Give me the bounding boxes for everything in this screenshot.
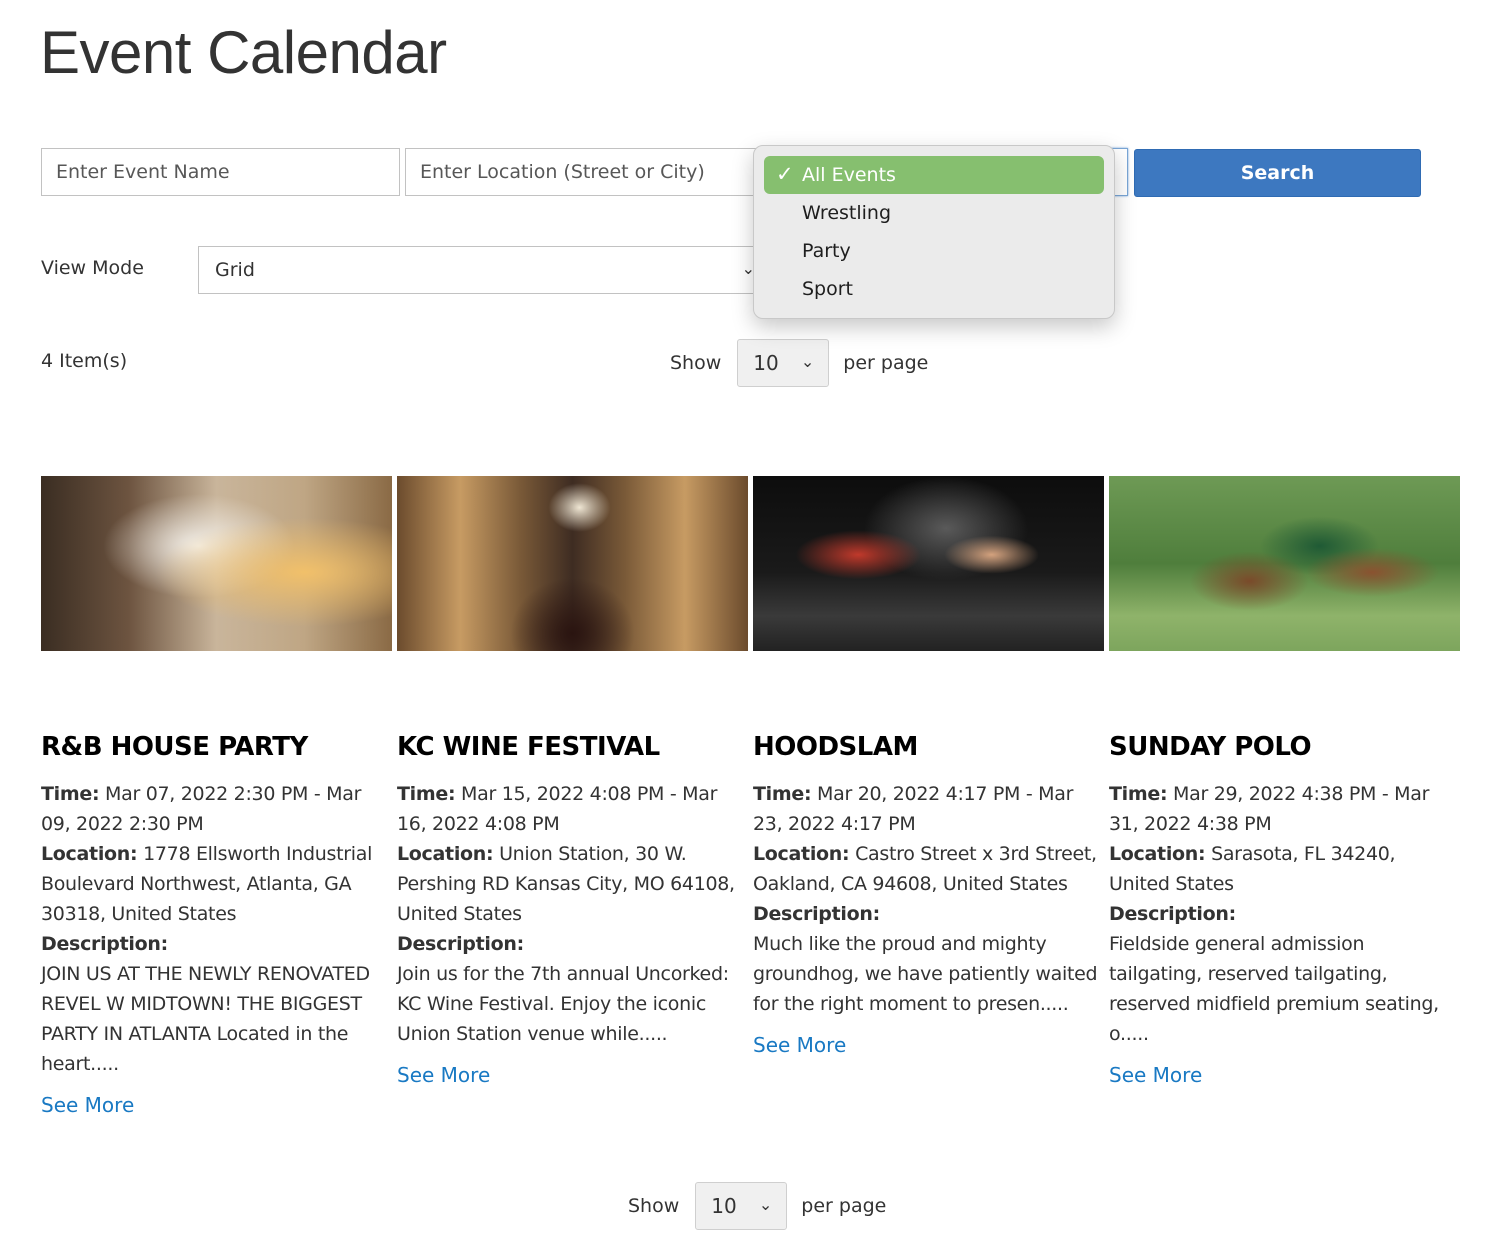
see-more-link[interactable]: See More — [753, 1033, 846, 1057]
event-description: Much like the proud and mighty groundhog… — [753, 933, 1098, 1015]
category-dropdown-menu: ✓ All Events Wrestling Party Sport — [753, 145, 1115, 319]
event-details: Time: Mar 29, 2022 4:38 PM - Mar 31, 202… — [1109, 779, 1460, 1049]
event-card: R&B HOUSE PARTY Time: Mar 07, 2022 2:30 … — [41, 476, 392, 1117]
event-description: Fieldside general admission tailgating, … — [1109, 933, 1439, 1045]
description-label: Description: — [753, 903, 880, 925]
event-image[interactable] — [753, 476, 1104, 651]
chevron-down-icon: ⌄ — [758, 1195, 773, 1214]
items-count: 4 Item(s) — [41, 350, 128, 372]
chevron-down-icon: ⌄ — [800, 352, 815, 371]
see-more-link[interactable]: See More — [41, 1093, 134, 1117]
per-page-select[interactable]: 10 ⌄ — [695, 1182, 788, 1230]
event-details: Time: Mar 07, 2022 2:30 PM - Mar 09, 202… — [41, 779, 392, 1079]
description-label: Description: — [1109, 903, 1236, 925]
location-label: Location: — [397, 843, 494, 865]
description-label: Description: — [41, 933, 168, 955]
see-more-link[interactable]: See More — [397, 1063, 490, 1087]
per-page-label: per page — [801, 1195, 887, 1217]
event-image[interactable] — [41, 476, 392, 651]
event-details: Time: Mar 15, 2022 4:08 PM - Mar 16, 202… — [397, 779, 748, 1049]
description-label: Description: — [397, 933, 524, 955]
event-description: Join us for the 7th annual Uncorked: KC … — [397, 963, 729, 1045]
time-label: Time: — [753, 783, 812, 805]
location-input[interactable] — [405, 148, 765, 196]
per-page-label: per page — [843, 352, 929, 374]
option-label: Sport — [802, 278, 854, 300]
option-label: All Events — [802, 164, 896, 186]
time-label: Time: — [1109, 783, 1168, 805]
location-label: Location: — [41, 843, 138, 865]
time-label: Time: — [397, 783, 456, 805]
show-label: Show — [670, 352, 722, 374]
time-label: Time: — [41, 783, 100, 805]
event-image[interactable] — [1109, 476, 1460, 651]
per-page-select[interactable]: 10 ⌄ — [737, 339, 830, 387]
event-description: JOIN US AT THE NEWLY RENOVATED REVEL W M… — [41, 963, 370, 1075]
event-image[interactable] — [397, 476, 748, 651]
option-label: Party — [802, 240, 851, 262]
event-card: KC WINE FESTIVAL Time: Mar 15, 2022 4:08… — [397, 476, 748, 1087]
category-option-party[interactable]: Party — [764, 232, 1104, 270]
pager-bottom: Show 10 ⌄ per page — [628, 1182, 886, 1230]
per-page-value: 10 — [753, 351, 779, 375]
search-button[interactable]: Search — [1134, 149, 1421, 197]
checkmark-icon: ✓ — [776, 162, 794, 186]
pager-top: Show 10 ⌄ per page — [670, 339, 928, 387]
event-details: Time: Mar 20, 2022 4:17 PM - Mar 23, 202… — [753, 779, 1104, 1019]
location-label: Location: — [753, 843, 850, 865]
category-option-sport[interactable]: Sport — [764, 270, 1104, 308]
view-mode-value: Grid — [215, 259, 255, 281]
category-option-wrestling[interactable]: Wrestling — [764, 194, 1104, 232]
page-title: Event Calendar — [40, 19, 447, 86]
view-mode-label: View Mode — [41, 257, 144, 279]
event-title: R&B HOUSE PARTY — [41, 732, 308, 762]
category-option-all-events[interactable]: ✓ All Events — [764, 156, 1104, 194]
event-card: HOODSLAM Time: Mar 20, 2022 4:17 PM - Ma… — [753, 476, 1104, 1057]
see-more-link[interactable]: See More — [1109, 1063, 1202, 1087]
event-name-input[interactable] — [41, 148, 400, 196]
event-title: SUNDAY POLO — [1109, 732, 1312, 762]
view-mode-select[interactable]: Grid ⌄ — [198, 246, 768, 294]
per-page-value: 10 — [711, 1194, 737, 1218]
event-card: SUNDAY POLO Time: Mar 29, 2022 4:38 PM -… — [1109, 476, 1460, 1087]
location-label: Location: — [1109, 843, 1206, 865]
show-label: Show — [628, 1195, 680, 1217]
option-label: Wrestling — [802, 202, 892, 224]
event-title: HOODSLAM — [753, 732, 918, 762]
event-title: KC WINE FESTIVAL — [397, 732, 660, 762]
